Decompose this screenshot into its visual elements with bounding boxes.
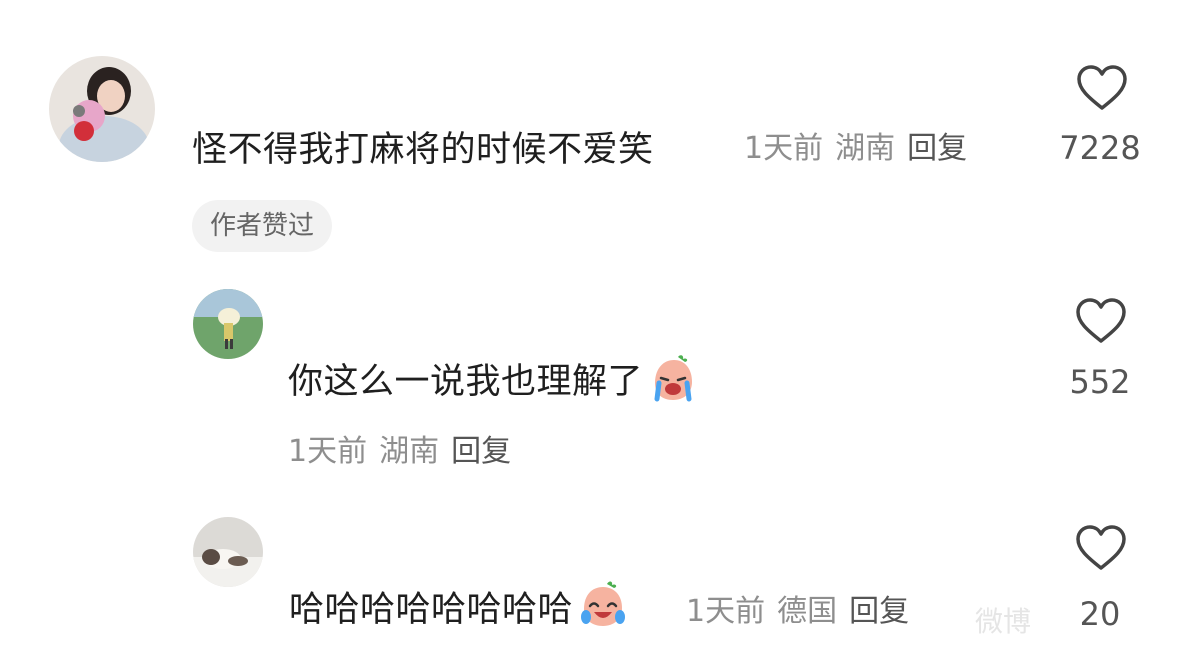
author-liked-badge: 作者赞过 — [192, 200, 333, 252]
reply-button[interactable]: 回复 — [907, 131, 967, 166]
comment-time: 1天前 — [288, 434, 368, 469]
comment-time: 1天前 — [744, 131, 824, 166]
like-count: 7228 — [1059, 129, 1141, 167]
like-heart-icon[interactable] — [1075, 524, 1127, 572]
tears-of-joy-emoji-icon — [577, 579, 627, 629]
comment-meta: 1天前 德国 回复 — [686, 597, 921, 627]
comment-text: 你这么一说我也理解了 — [288, 355, 697, 403]
like-heart-icon[interactable] — [1076, 64, 1128, 112]
comment-meta: 1天前 湖南 回复 — [288, 437, 523, 467]
comment-location: 湖南 — [835, 131, 896, 166]
comment-meta: 1天前 湖南 回复 — [744, 134, 979, 164]
comment-time: 1天前 — [686, 594, 766, 629]
loudly-crying-emoji-icon — [647, 353, 697, 403]
comment-location: 德国 — [777, 594, 838, 629]
avatar[interactable] — [49, 56, 155, 162]
avatar[interactable] — [193, 289, 263, 359]
comment-location: 湖南 — [379, 434, 440, 469]
comment-text: 怪不得我打麻将的时候不爱笑 — [192, 130, 654, 170]
avatar[interactable] — [193, 517, 263, 587]
like-count: 20 — [1079, 595, 1121, 633]
reply-button[interactable]: 回复 — [849, 594, 909, 629]
comment-body: 哈哈哈哈哈哈哈哈 — [289, 590, 574, 630]
comment-body: 你这么一说我也理解了 — [288, 362, 644, 402]
comment-text: 哈哈哈哈哈哈哈哈 — [289, 581, 627, 630]
like-heart-icon[interactable] — [1075, 297, 1127, 345]
reply-button[interactable]: 回复 — [451, 434, 511, 469]
watermark: 微博 — [975, 605, 1032, 638]
like-count: 552 — [1069, 363, 1131, 401]
